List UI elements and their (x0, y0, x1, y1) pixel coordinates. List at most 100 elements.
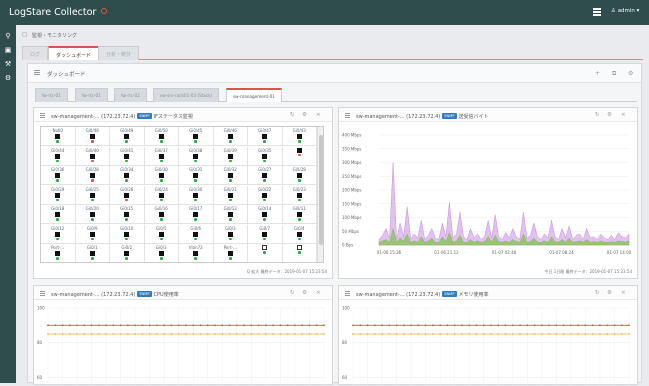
interface-cell[interactable]: Gi0/14 (248, 205, 283, 224)
interface-cell[interactable]: Gi0/25 (75, 185, 110, 205)
interface-cell[interactable]: Vlan72 (179, 244, 214, 262)
monitor-icon[interactable]: ▣ (4, 46, 12, 54)
interface-cell[interactable]: Gi0/29 (41, 185, 76, 205)
interface-label: Gi0/29 (51, 186, 65, 192)
interface-cell[interactable]: Gi0/12 (41, 224, 76, 244)
interface-cell[interactable]: Gi0/41 (110, 146, 145, 166)
interface-cell[interactable]: Gi0/10 (110, 224, 145, 244)
interface-cell[interactable]: Gi0/34 (110, 166, 145, 185)
interface-cell[interactable]: Gi0/36 (41, 166, 76, 185)
settings-icon[interactable]: ⚙ (628, 70, 633, 77)
close-icon[interactable]: × (316, 112, 321, 118)
close-icon[interactable]: × (621, 290, 626, 296)
settings-icon[interactable]: ⚙ (302, 112, 307, 118)
scrollbar[interactable] (317, 127, 323, 262)
interface-cell[interactable]: Port-... (41, 244, 76, 262)
interface-label: Gi0/10 (120, 225, 134, 231)
user-menu[interactable]: ♙ admin ▾ (611, 8, 639, 14)
interface-cell[interactable]: Gi0/49 (110, 127, 145, 146)
interface-cell[interactable]: Gi0/13 (213, 205, 248, 224)
device-tab-3[interactable]: fw-rtc-02 (114, 88, 147, 102)
interface-cell[interactable]: Gi0/48 (75, 127, 110, 146)
data-point (163, 333, 166, 335)
drag-handle-icon[interactable] (40, 113, 45, 118)
interface-cell[interactable]: Gi0/46 (213, 127, 248, 146)
interface-cell[interactable]: Gi0/20 (75, 205, 110, 224)
grid-menu-icon[interactable] (593, 8, 601, 16)
interface-cell[interactable]: Gi0/18 (41, 205, 76, 224)
tab-dashboard[interactable]: ダッシュボード (48, 46, 100, 60)
y-tick-label: 100 (37, 306, 45, 311)
interface-cell[interactable]: Gi0/2 (110, 244, 145, 262)
interface-cell[interactable]: Gi0/27 (248, 166, 283, 185)
interface-cell[interactable]: Port-... (214, 244, 248, 262)
drag-handle-icon[interactable] (345, 113, 350, 118)
interface-cell[interactable]: Gi0/43 (282, 127, 317, 146)
interface-cell[interactable]: Gi0/4 (282, 224, 317, 244)
device-tab-2[interactable]: fw-rtc-01 (75, 88, 108, 102)
search-icon[interactable]: ⚲ (4, 32, 12, 40)
interface-cell[interactable] (283, 244, 317, 262)
interface-cell[interactable]: Gi0/47 (248, 127, 283, 146)
interface-cell[interactable]: Gi0/22 (248, 185, 283, 205)
interface-cell[interactable]: Null0 (41, 127, 76, 146)
interface-cell[interactable]: Gi0/1 (76, 244, 110, 262)
interface-cell[interactable]: Gi0/37 (144, 146, 179, 166)
interface-label: Vlan72 (188, 245, 203, 250)
interface-cell[interactable]: Gi0/6 (179, 224, 214, 244)
interface-label: Port-... (51, 245, 65, 250)
interface-cell[interactable]: Gi0/35 (248, 146, 283, 166)
interface-cell[interactable]: Gi0/28 (75, 166, 110, 185)
interface-cell[interactable]: Gi0/3 (145, 244, 179, 262)
interface-cell[interactable]: Gi0/32 (213, 166, 248, 185)
interface-cell[interactable]: Gi0/11 (282, 205, 317, 224)
interface-cell[interactable]: Gi0/38 (179, 146, 214, 166)
interface-cell[interactable]: Gi0/23 (282, 185, 317, 205)
close-icon[interactable]: × (621, 112, 626, 118)
close-icon[interactable]: × (316, 290, 321, 296)
copy-icon[interactable]: ⧉ (612, 70, 616, 78)
interface-cell[interactable]: Gi0/15 (110, 205, 145, 224)
port-icon (89, 173, 95, 178)
refresh-icon[interactable]: ↻ (290, 112, 295, 118)
settings-icon[interactable]: ⚙ (607, 290, 612, 296)
interface-cell[interactable] (248, 244, 283, 262)
refresh-icon[interactable]: ↻ (290, 290, 295, 296)
interface-cell[interactable]: Gi0/3 (213, 224, 248, 244)
tab-analysis[interactable]: 分析・統計 (98, 46, 140, 60)
interface-cell[interactable]: Gi0/21 (213, 185, 248, 205)
drag-handle-icon[interactable] (345, 291, 350, 296)
interface-cell[interactable]: Gi0/9 (75, 224, 110, 244)
tab-log[interactable]: ログ (22, 46, 49, 60)
interface-cell[interactable]: Gi0/30 (179, 185, 214, 205)
gear-icon[interactable]: ⚙ (4, 74, 12, 82)
settings-icon[interactable]: ⚙ (607, 112, 612, 118)
interface-cell[interactable]: Gi0/16 (144, 205, 179, 224)
interface-label: Gi0/46 (223, 128, 237, 133)
interface-cell[interactable]: Gi0/31 (179, 166, 214, 185)
data-point (264, 333, 267, 335)
interface-cell[interactable]: Gi0/45 (179, 127, 214, 146)
interface-cell[interactable]: Gi0/28 (282, 166, 317, 185)
settings-icon[interactable]: ⚙ (302, 290, 307, 296)
device-tab-5[interactable]: sw-management-01 (226, 88, 283, 102)
app-title[interactable]: LogStare Collector (9, 7, 108, 18)
interface-cell[interactable]: Gi0/30 (144, 166, 179, 185)
interface-cell[interactable]: Gi0/40 (75, 146, 110, 166)
interface-cell[interactable]: Gi0/24 (144, 185, 179, 205)
add-icon[interactable]: + (595, 70, 600, 77)
interface-cell[interactable] (282, 146, 317, 166)
wrench-icon[interactable]: ⚒ (4, 60, 12, 68)
interface-cell[interactable]: Gi0/5 (144, 224, 179, 244)
interface-cell[interactable]: Gi0/26 (110, 185, 145, 205)
refresh-icon[interactable]: ↻ (595, 112, 600, 118)
device-tab-1[interactable]: fw-rtc-01 (35, 88, 68, 102)
interface-cell[interactable]: Gi0/44 (41, 146, 76, 166)
interface-cell[interactable]: Gi0/50 (144, 127, 179, 146)
interface-cell[interactable]: Gi0/7 (248, 224, 283, 244)
drag-handle-icon[interactable] (40, 291, 45, 296)
device-tab-4[interactable]: sw-srv-rack01-03 (Stack) (153, 88, 220, 102)
interface-cell[interactable]: Gi0/39 (213, 146, 248, 166)
interface-cell[interactable]: Gi0/17 (179, 205, 214, 224)
refresh-icon[interactable]: ↻ (595, 290, 600, 296)
